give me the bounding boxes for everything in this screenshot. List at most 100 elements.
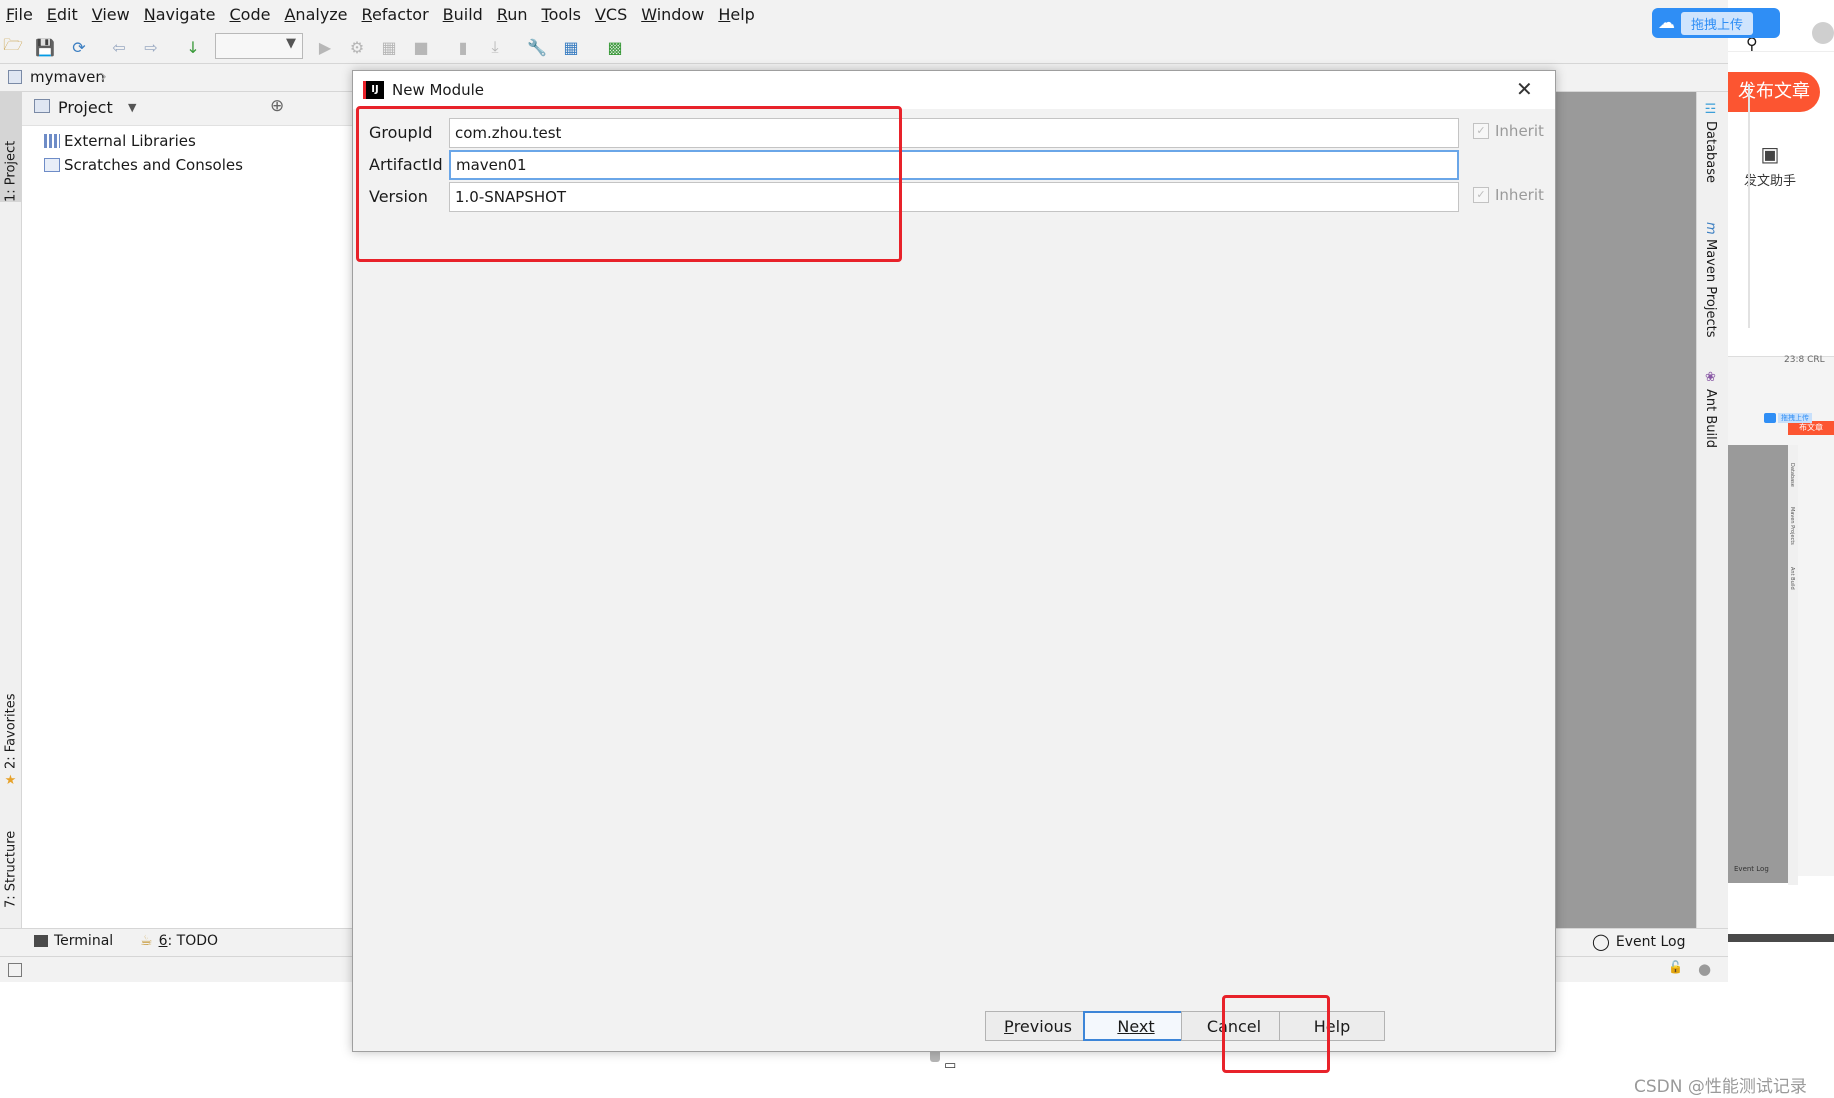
dialog-title-bar: IJ New Module ✕ [353, 71, 1555, 109]
tab-terminal-label: Terminal [54, 933, 114, 949]
tab-maven-projects[interactable]: m Maven Projects [1703, 222, 1718, 337]
star-icon: ★ [3, 773, 19, 788]
tab-favorites[interactable]: ★ 2: Favorites [0, 688, 22, 788]
tab-project[interactable]: 1: Project [0, 92, 22, 202]
inspector-icon[interactable]: ● [1698, 960, 1711, 978]
left-tool-stripe: 1: Project ★ 2: Favorites 7: Structure [0, 92, 22, 928]
menu-file[interactable]: File [0, 0, 41, 30]
menu-view[interactable]: View [86, 0, 138, 30]
lock-icon[interactable]: 🔓 [1668, 960, 1683, 974]
sdk-icon[interactable]: ▩ [604, 36, 626, 58]
terminal-icon [34, 935, 48, 947]
menu-build[interactable]: Build [437, 0, 491, 30]
right-tool-stripe: ☲ Database m Maven Projects ❀ Ant Build [1696, 92, 1728, 928]
thumbnail-cloud-icon [1764, 413, 1776, 423]
assistant-label: 发文助手 [1743, 174, 1796, 189]
highlight-box-fields [356, 106, 902, 262]
tab-event-log[interactable]: ◯ Event Log [1592, 932, 1685, 951]
debug-icon[interactable]: ⚙ [346, 36, 368, 58]
project-panel-header: Project ▼ ⊕ [22, 92, 352, 126]
locate-icon[interactable]: ⊕ [270, 96, 284, 116]
breadcrumb[interactable]: mymaven [30, 68, 105, 86]
menu-analyze[interactable]: Analyze [278, 0, 355, 30]
checkbox-checked-icon: ✓ [1473, 187, 1489, 203]
tab-todo[interactable]: ☕ 6: TODO [140, 933, 218, 949]
cloud-icon: ☁ [1658, 13, 1675, 33]
tab-ant-label: Ant Build [1703, 389, 1718, 448]
next-mnemonic: N [1117, 1016, 1130, 1036]
dialog-title: New Module [392, 81, 485, 99]
maven-icon: m [1703, 222, 1718, 235]
tree-item-scratches[interactable]: Scratches and Consoles [44, 156, 243, 174]
menu-tools[interactable]: Tools [536, 0, 589, 30]
thumbnail-tab-maven: Maven Projects [1789, 507, 1795, 545]
tab-database[interactable]: ☲ Database [1703, 102, 1718, 183]
menu-navigate[interactable]: Navigate [138, 0, 224, 30]
run-icon[interactable]: ▶ [314, 36, 336, 58]
monitor-icon: ▭ [944, 1058, 957, 1073]
tab-project-label: 1: Project [3, 140, 19, 202]
previous-mnemonic: P [1004, 1016, 1014, 1036]
chevron-down-icon: ▼ [286, 36, 296, 51]
tab-todo-label: : TODO [167, 933, 219, 949]
run-config-select[interactable]: ▼ [215, 33, 303, 59]
project-view-title[interactable]: Project [58, 98, 113, 117]
assistant-icon[interactable]: ▣ [1728, 142, 1812, 166]
tab-structure[interactable]: 7: Structure [0, 808, 22, 908]
groupid-inherit-checkbox[interactable]: ✓ Inherit [1473, 122, 1544, 140]
tree-item-label: External Libraries [64, 132, 196, 150]
scratches-icon [44, 158, 60, 172]
menu-refactor[interactable]: Refactor [356, 0, 437, 30]
tree-item-label: Scratches and Consoles [64, 156, 243, 174]
project-view-icon [34, 99, 50, 113]
sync-icon[interactable]: ⟳ [68, 36, 90, 58]
menu-edit[interactable]: Edit [41, 0, 86, 30]
menu-vcs[interactable]: VCS [589, 0, 635, 30]
tree-item-external-libraries[interactable]: External Libraries [44, 132, 196, 150]
back-icon[interactable]: ⇦ [108, 36, 130, 58]
highlight-box-next [1222, 995, 1330, 1073]
project-structure-icon[interactable]: ▦ [560, 36, 582, 58]
tab-terminal[interactable]: Terminal [34, 933, 113, 949]
bookmark-icon[interactable]: ▮ [452, 36, 474, 58]
thumbnail-screenshot: 23:8 CRL 布文章 拖拽上传 Database Maven Project… [1728, 355, 1834, 885]
groupid-inherit-label: Inherit [1495, 122, 1544, 140]
intellij-logo-icon: IJ [363, 81, 384, 99]
chevron-down-icon[interactable]: ▼ [128, 101, 136, 114]
next-button[interactable]: Next [1083, 1011, 1189, 1041]
build-icon[interactable]: ↓ [182, 36, 204, 58]
menu-code[interactable]: Code [224, 0, 279, 30]
ant-icon: ❀ [1703, 370, 1718, 385]
checkbox-checked-icon: ✓ [1473, 123, 1489, 139]
settings-wrench-icon[interactable]: 🔧 [526, 36, 548, 58]
previous-button[interactable]: Previous [985, 1011, 1091, 1041]
close-icon[interactable]: ✕ [1516, 77, 1533, 101]
project-panel: Project ▼ ⊕ External Libraries Scratches… [22, 92, 352, 928]
version-inherit-checkbox[interactable]: ✓ Inherit [1473, 186, 1544, 204]
publish-article-button[interactable]: 发布文章 [1728, 72, 1820, 112]
menu-help[interactable]: Help [712, 0, 762, 30]
version-inherit-label: Inherit [1495, 186, 1544, 204]
thumbnail-upload-label: 拖拽上传 [1778, 413, 1812, 423]
thumbnail-event-log: Event Log [1734, 865, 1769, 873]
thumbnail-tab-ant: Ant Build [1789, 567, 1795, 590]
upload-label: 拖拽上传 [1681, 11, 1754, 35]
save-icon[interactable]: 💾 [34, 36, 56, 58]
browser-window: ⚲ 发布文章 ▣ 发文助手 23:8 CRL 布文章 拖拽上传 Database… [1728, 0, 1834, 1098]
tab-favorites-label: 2: Favorites [3, 693, 19, 769]
upload-widget[interactable]: ☁ 拖拽上传 [1652, 8, 1780, 38]
tab-ant-build[interactable]: ❀ Ant Build [1703, 370, 1718, 448]
open-folder-icon[interactable]: 🗁 [2, 35, 24, 58]
database-icon: ☲ [1703, 102, 1718, 117]
toggle-tool-windows-icon[interactable] [8, 963, 22, 977]
download-icon[interactable]: ⤓ [484, 36, 506, 58]
avatar[interactable] [1812, 22, 1834, 44]
tab-event-log-label: Event Log [1615, 933, 1686, 950]
previous-label: revious [1013, 1016, 1072, 1036]
menu-window[interactable]: Window [635, 0, 712, 30]
coverage-icon[interactable]: ▦ [378, 36, 400, 58]
menu-run[interactable]: Run [491, 0, 536, 30]
stop-icon[interactable]: ■ [410, 36, 432, 58]
forward-icon[interactable]: ⇨ [140, 36, 162, 58]
library-icon [44, 134, 60, 148]
